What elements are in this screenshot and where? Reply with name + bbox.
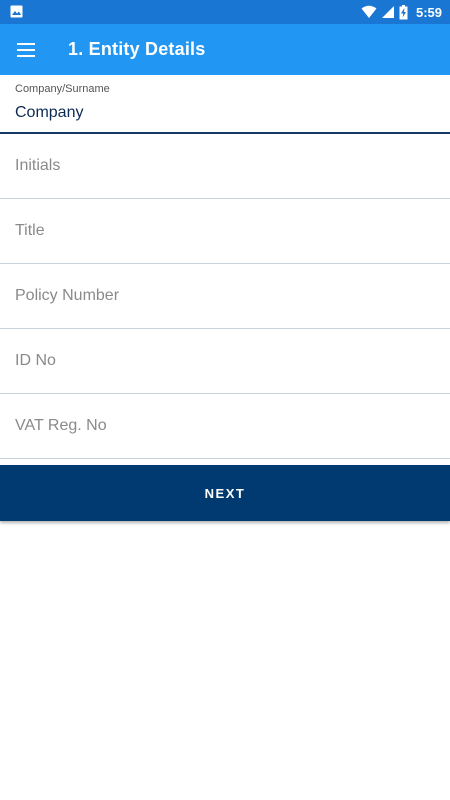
app-bar: 1. Entity Details (0, 24, 450, 75)
hamburger-menu-icon[interactable] (16, 39, 38, 61)
entity-details-form: Company/Surname (0, 75, 450, 459)
next-button[interactable]: NEXT (0, 465, 450, 521)
id-no-field[interactable] (0, 329, 450, 394)
status-time: 5:59 (415, 4, 442, 20)
company-surname-field[interactable]: Company/Surname (0, 75, 450, 134)
initials-input[interactable] (15, 134, 435, 198)
vat-reg-no-input[interactable] (15, 394, 435, 458)
initials-field[interactable] (0, 134, 450, 199)
title-input[interactable] (15, 199, 435, 263)
policy-number-input[interactable] (15, 264, 435, 328)
status-bar: 5:59 (0, 0, 450, 24)
battery-charging-icon (399, 4, 408, 19)
policy-number-field[interactable] (0, 264, 450, 329)
company-surname-label: Company/Surname (15, 83, 110, 95)
title-field[interactable] (0, 199, 450, 264)
page-title: 1. Entity Details (68, 39, 206, 59)
image-notification-icon (10, 5, 23, 18)
vat-reg-no-field[interactable] (0, 394, 450, 459)
wifi-icon (361, 5, 377, 18)
id-no-input[interactable] (15, 329, 435, 393)
signal-icon (381, 6, 394, 18)
company-surname-input[interactable] (15, 104, 435, 122)
